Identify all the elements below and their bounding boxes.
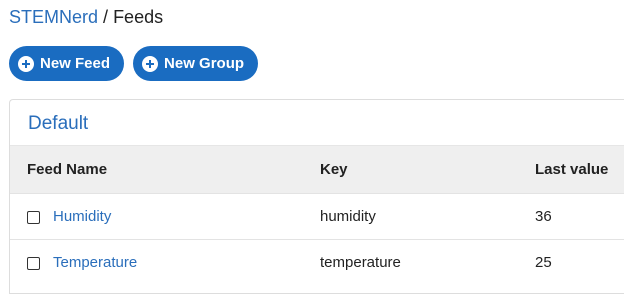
group-title[interactable]: Default xyxy=(10,100,624,145)
feed-last-value-cell: 25 xyxy=(535,254,552,271)
toolbar: New Feed New Group xyxy=(9,46,259,81)
row-checkbox[interactable] xyxy=(27,256,40,270)
table-row: Humidity humidity 36 xyxy=(10,193,624,239)
table-row: Temperature temperature 25 xyxy=(10,239,624,285)
feed-name-cell: Humidity xyxy=(27,194,111,240)
plus-circle-icon xyxy=(142,55,159,72)
breadcrumb-current: Feeds xyxy=(113,7,164,27)
feed-name-link[interactable]: Temperature xyxy=(53,240,137,286)
column-header-feed-name[interactable]: Feed Name xyxy=(27,146,107,193)
feed-name-link[interactable]: Humidity xyxy=(53,194,111,240)
feed-key-cell: humidity xyxy=(320,208,376,225)
row-checkbox[interactable] xyxy=(27,210,40,224)
new-feed-button[interactable]: New Feed xyxy=(9,46,125,81)
breadcrumb: STEMNerd / Feeds xyxy=(9,6,163,28)
new-group-label: New Group xyxy=(164,55,245,72)
breadcrumb-home-link[interactable]: STEMNerd xyxy=(9,7,98,27)
breadcrumb-separator: / xyxy=(103,7,109,27)
feed-group-panel: Default Feed Name Key Last value Humidit… xyxy=(9,99,624,294)
new-feed-label: New Feed xyxy=(40,55,111,72)
table-header: Feed Name Key Last value xyxy=(10,145,624,193)
column-header-key[interactable]: Key xyxy=(320,146,348,193)
feed-last-value-cell: 36 xyxy=(535,208,552,225)
feed-key-cell: temperature xyxy=(320,254,401,271)
new-group-button[interactable]: New Group xyxy=(133,46,259,81)
feeds-page: STEMNerd / Feeds New Feed New Group Defa… xyxy=(0,0,624,294)
feed-name-cell: Temperature xyxy=(27,240,137,286)
column-header-last-value[interactable]: Last value xyxy=(535,146,608,193)
plus-circle-icon xyxy=(18,55,34,72)
